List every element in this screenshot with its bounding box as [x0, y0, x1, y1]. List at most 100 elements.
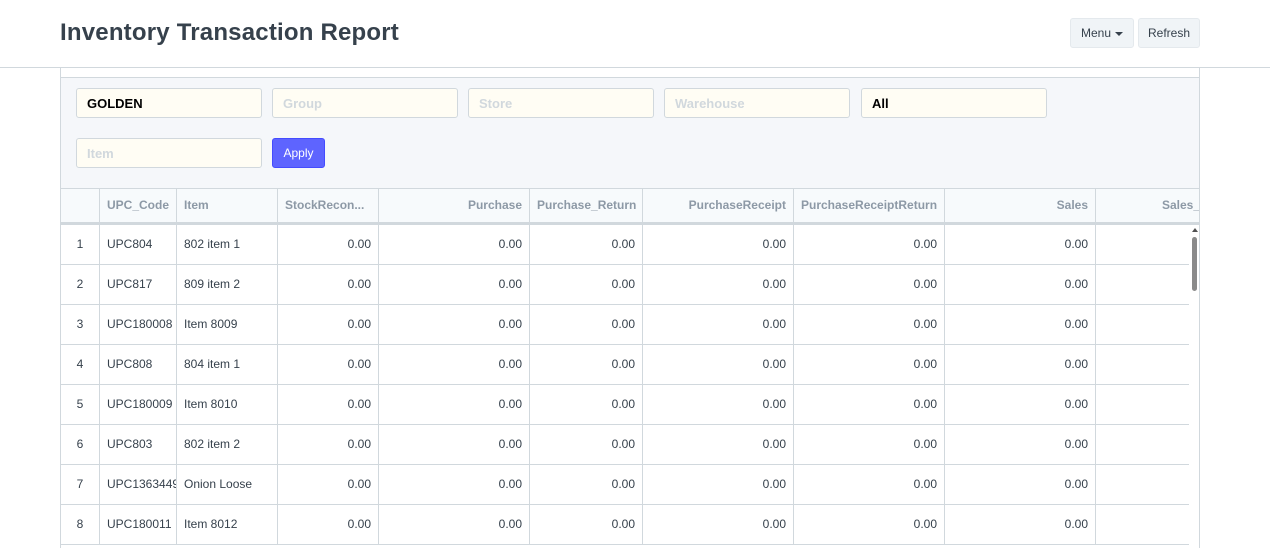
upc-cell[interactable]: UPC180009 — [100, 385, 177, 424]
purchase-return-cell[interactable]: 0.00 — [530, 345, 643, 384]
sales-cell[interactable]: 0.00 — [945, 345, 1096, 384]
purchase-receipt-cell[interactable]: 0.00 — [643, 265, 794, 304]
purchase-return-cell[interactable]: 0.00 — [530, 225, 643, 264]
upc-cell[interactable]: UPC1363449 — [100, 465, 177, 504]
purchase-return-cell[interactable]: 0.00 — [530, 385, 643, 424]
sales-return-cell[interactable] — [1096, 345, 1199, 384]
purchase-receipt-cell[interactable]: 0.00 — [643, 225, 794, 264]
purchase-receipt-return-cell[interactable]: 0.00 — [794, 465, 945, 504]
store-filter-input[interactable] — [468, 88, 654, 118]
stock-recon-cell[interactable]: 0.00 — [278, 265, 379, 304]
item-cell[interactable]: 802 item 1 — [177, 225, 278, 264]
sales-cell[interactable]: 0.00 — [945, 265, 1096, 304]
sales-return-cell[interactable] — [1096, 305, 1199, 344]
sales-cell[interactable]: 0.00 — [945, 305, 1096, 344]
sales-cell[interactable]: 0.00 — [945, 385, 1096, 424]
item-cell[interactable]: Item 8009 — [177, 305, 278, 344]
purchase-cell[interactable]: 0.00 — [379, 385, 530, 424]
stock-recon-cell[interactable]: 0.00 — [278, 225, 379, 264]
apply-button[interactable]: Apply — [272, 138, 325, 168]
type-filter-input[interactable] — [861, 88, 1047, 118]
purchase-receipt-return-cell[interactable]: 0.00 — [794, 505, 945, 544]
purchase-receipt-cell[interactable]: 0.00 — [643, 465, 794, 504]
item-cell[interactable]: 802 item 2 — [177, 425, 278, 464]
stock-recon-cell[interactable]: 0.00 — [278, 465, 379, 504]
sales-return-cell[interactable] — [1096, 225, 1199, 264]
menu-button[interactable]: Menu — [1070, 18, 1134, 48]
table-row[interactable]: 4 UPC808 804 item 1 0.00 0.00 0.00 0.00 … — [61, 345, 1199, 385]
purchase-cell[interactable]: 0.00 — [379, 305, 530, 344]
upc-cell[interactable]: UPC817 — [100, 265, 177, 304]
sales-cell[interactable]: 0.00 — [945, 465, 1096, 504]
item-cell[interactable]: Onion Loose — [177, 465, 278, 504]
upc-cell[interactable]: UPC808 — [100, 345, 177, 384]
column-header-upc-code[interactable]: UPC_Code — [100, 189, 177, 222]
column-header-index[interactable] — [61, 189, 100, 222]
purchase-cell[interactable]: 0.00 — [379, 465, 530, 504]
sales-return-cell[interactable] — [1096, 385, 1199, 424]
purchase-receipt-cell[interactable]: 0.00 — [643, 305, 794, 344]
purchase-receipt-return-cell[interactable]: 0.00 — [794, 305, 945, 344]
purchase-return-cell[interactable]: 0.00 — [530, 265, 643, 304]
purchase-receipt-return-cell[interactable]: 0.00 — [794, 425, 945, 464]
purchase-cell[interactable]: 0.00 — [379, 225, 530, 264]
upc-cell[interactable]: UPC804 — [100, 225, 177, 264]
purchase-return-cell[interactable]: 0.00 — [530, 425, 643, 464]
purchase-receipt-return-cell[interactable]: 0.00 — [794, 225, 945, 264]
stock-recon-cell[interactable]: 0.00 — [278, 385, 379, 424]
purchase-return-cell[interactable]: 0.00 — [530, 505, 643, 544]
purchase-receipt-cell[interactable]: 0.00 — [643, 505, 794, 544]
column-header-sales-return[interactable]: Sales_R — [1096, 189, 1199, 222]
column-header-purchase-receipt[interactable]: PurchaseReceipt — [643, 189, 794, 222]
purchase-receipt-cell[interactable]: 0.00 — [643, 385, 794, 424]
sales-cell[interactable]: 0.00 — [945, 225, 1096, 264]
warehouse-filter-input[interactable] — [664, 88, 850, 118]
sales-return-cell[interactable] — [1096, 265, 1199, 304]
column-header-purchase-receipt-return[interactable]: PurchaseReceiptReturn — [794, 189, 945, 222]
table-row[interactable]: 1 UPC804 802 item 1 0.00 0.00 0.00 0.00 … — [61, 225, 1199, 265]
upc-cell[interactable]: UPC180008 — [100, 305, 177, 344]
purchase-return-cell[interactable]: 0.00 — [530, 305, 643, 344]
table-row[interactable]: 8 UPC180011 Item 8012 0.00 0.00 0.00 0.0… — [61, 505, 1199, 545]
purchase-receipt-cell[interactable]: 0.00 — [643, 425, 794, 464]
table-row[interactable]: 5 UPC180009 Item 8010 0.00 0.00 0.00 0.0… — [61, 385, 1199, 425]
purchase-cell[interactable]: 0.00 — [379, 425, 530, 464]
scrollbar-thumb[interactable] — [1192, 237, 1197, 291]
upc-cell[interactable]: UPC803 — [100, 425, 177, 464]
purchase-cell[interactable]: 0.00 — [379, 345, 530, 384]
purchase-return-cell[interactable]: 0.00 — [530, 465, 643, 504]
purchase-receipt-return-cell[interactable]: 0.00 — [794, 385, 945, 424]
item-cell[interactable]: Item 8012 — [177, 505, 278, 544]
stock-recon-cell[interactable]: 0.00 — [278, 305, 379, 344]
stock-recon-cell[interactable]: 0.00 — [278, 425, 379, 464]
scroll-up-arrow-icon[interactable] — [1192, 228, 1198, 232]
item-cell[interactable]: 804 item 1 — [177, 345, 278, 384]
table-vertical-scrollbar[interactable] — [1189, 225, 1199, 548]
stock-recon-cell[interactable]: 0.00 — [278, 345, 379, 384]
sales-return-cell[interactable] — [1096, 505, 1199, 544]
purchase-receipt-return-cell[interactable]: 0.00 — [794, 345, 945, 384]
company-filter-input[interactable] — [76, 88, 262, 118]
purchase-receipt-return-cell[interactable]: 0.00 — [794, 265, 945, 304]
table-row[interactable]: 6 UPC803 802 item 2 0.00 0.00 0.00 0.00 … — [61, 425, 1199, 465]
table-row[interactable]: 7 UPC1363449 Onion Loose 0.00 0.00 0.00 … — [61, 465, 1199, 505]
purchase-cell[interactable]: 0.00 — [379, 505, 530, 544]
group-filter-input[interactable] — [272, 88, 458, 118]
column-header-stock-recon[interactable]: StockRecon... — [278, 189, 379, 222]
item-cell[interactable]: Item 8010 — [177, 385, 278, 424]
refresh-button[interactable]: Refresh — [1138, 18, 1200, 48]
table-row[interactable]: 2 UPC817 809 item 2 0.00 0.00 0.00 0.00 … — [61, 265, 1199, 305]
purchase-receipt-cell[interactable]: 0.00 — [643, 345, 794, 384]
sales-return-cell[interactable] — [1096, 425, 1199, 464]
sales-cell[interactable]: 0.00 — [945, 505, 1096, 544]
column-header-purchase-return[interactable]: Purchase_Return — [530, 189, 643, 222]
column-header-purchase[interactable]: Purchase — [379, 189, 530, 222]
upc-cell[interactable]: UPC180011 — [100, 505, 177, 544]
table-row[interactable]: 3 UPC180008 Item 8009 0.00 0.00 0.00 0.0… — [61, 305, 1199, 345]
sales-return-cell[interactable] — [1096, 465, 1199, 504]
item-cell[interactable]: 809 item 2 — [177, 265, 278, 304]
sales-cell[interactable]: 0.00 — [945, 425, 1096, 464]
column-header-item[interactable]: Item — [177, 189, 278, 222]
item-filter-input[interactable] — [76, 138, 262, 168]
column-header-sales[interactable]: Sales — [945, 189, 1096, 222]
